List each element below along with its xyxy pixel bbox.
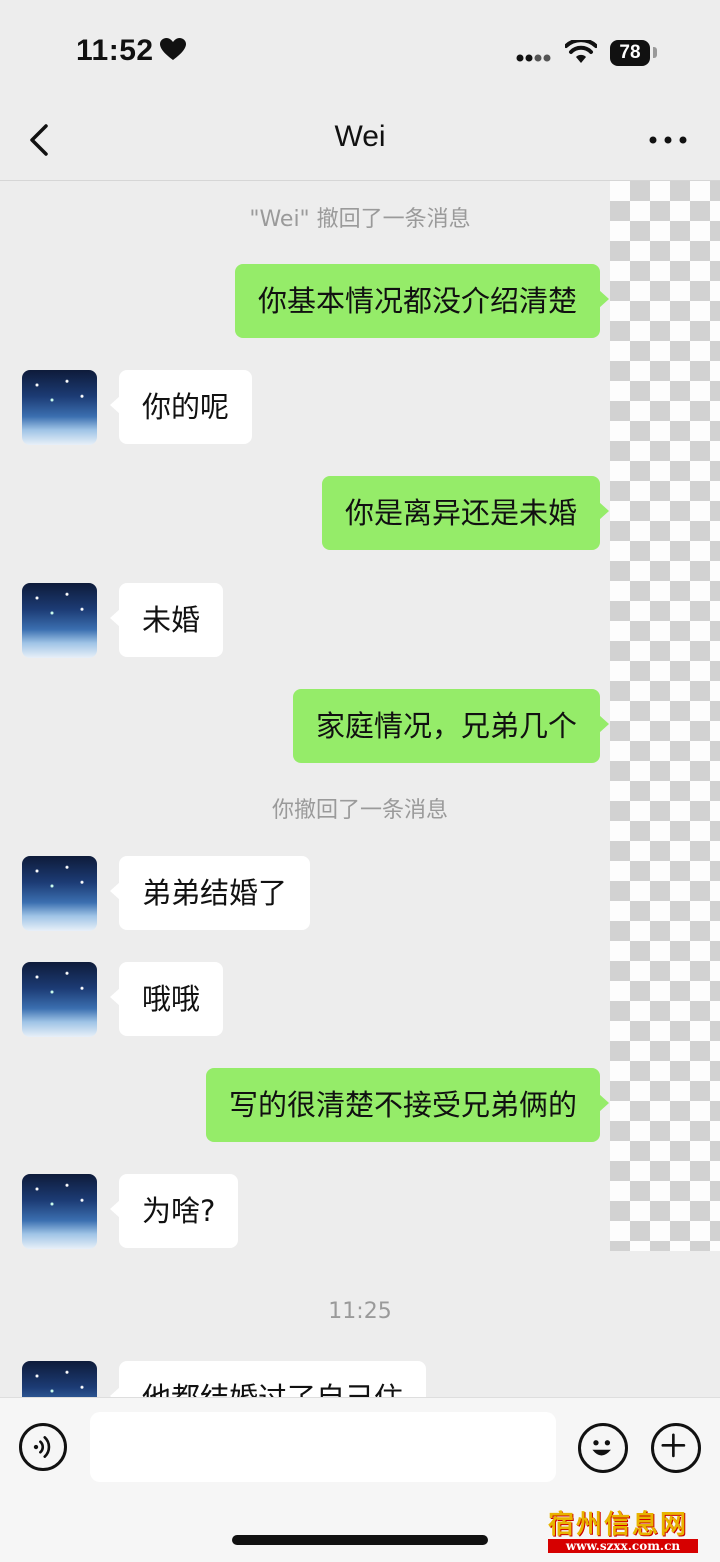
contact-avatar[interactable] [22, 583, 97, 658]
outgoing-message-bubble[interactable]: 你基本情况都没介绍清楚 [234, 264, 610, 338]
outgoing-message-bubble[interactable]: 写的很清楚不接受兄弟俩的 [205, 1068, 610, 1142]
message-input[interactable] [90, 1412, 556, 1482]
status-bar: 11:52 78 [0, 0, 720, 100]
incoming-message-bubble[interactable]: 他都结婚过了自己住 [109, 1361, 427, 1397]
battery-tip [653, 47, 657, 58]
contact-avatar[interactable] [22, 370, 97, 445]
emoji-icon[interactable] [578, 1423, 628, 1473]
chat-title: Wei [334, 120, 386, 153]
watermark-logo: 宿州信息网 www.szxx.com.cn [548, 1512, 698, 1554]
incoming-message-bubble[interactable]: 你的呢 [109, 370, 253, 444]
transparency-pattern [610, 181, 720, 1251]
incoming-message-bubble[interactable]: 为啥? [109, 1174, 239, 1248]
voice-input-icon[interactable] [19, 1423, 67, 1471]
outgoing-message-bubble[interactable]: 家庭情况，兄弟几个 [292, 689, 610, 763]
battery-level: 78 [610, 40, 650, 66]
contact-avatar[interactable] [22, 856, 97, 931]
more-options-icon[interactable] [648, 134, 688, 146]
add-attachment-icon[interactable] [651, 1423, 701, 1473]
contact-avatar[interactable] [22, 1174, 97, 1249]
home-indicator [232, 1535, 488, 1545]
chat-header: Wei [0, 100, 720, 181]
incoming-message-bubble[interactable]: 未婚 [109, 583, 224, 657]
input-toolbar: 宿州信息网 www.szxx.com.cn [0, 1397, 720, 1562]
outgoing-message-bubble[interactable]: 你是离异还是未婚 [321, 476, 610, 550]
wifi-icon [565, 40, 597, 63]
incoming-message-bubble[interactable]: 弟弟结婚了 [109, 856, 311, 930]
contact-avatar[interactable] [22, 962, 97, 1037]
incoming-message-bubble[interactable]: 哦哦 [109, 962, 224, 1036]
message-list[interactable]: "Wei" 撤回了一条消息 你基本情况都没介绍清楚 你的呢 你是离异还是未婚 未… [0, 181, 720, 1397]
timestamp: 11:25 [328, 1299, 392, 1324]
status-time: 11:52 [76, 34, 154, 67]
contact-avatar[interactable] [22, 1361, 97, 1397]
heart-icon [160, 38, 186, 60]
cellular-signal-icon [516, 54, 551, 62]
system-notice: "Wei" 撤回了一条消息 [249, 207, 471, 232]
system-notice: 你撤回了一条消息 [271, 798, 448, 823]
